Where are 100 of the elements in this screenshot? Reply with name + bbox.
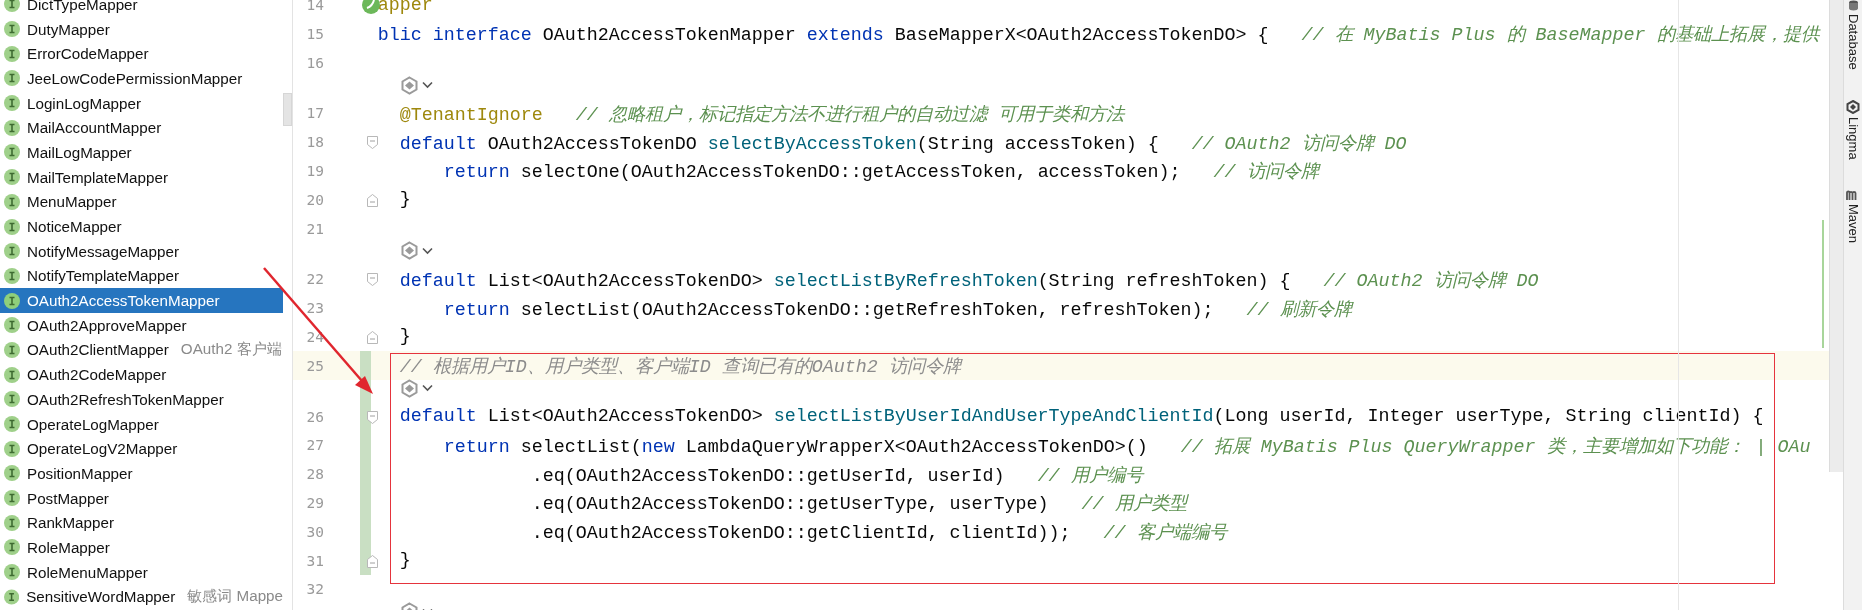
fold-icon[interactable] [366, 135, 379, 151]
fold-icon[interactable] [366, 192, 379, 208]
line-number: 18 [306, 134, 324, 151]
tree-item[interactable]: OAuth2RefreshTokenMapper [0, 387, 283, 412]
code-line: @TenantIgnore // 忽略租户，标记指定方法不进行租户的自动过滤 可用于类和方法 [399, 104, 1124, 126]
interface-icon [4, 514, 20, 531]
tool-window-button[interactable]: Maven [1845, 189, 1861, 244]
tree-item[interactable]: OAuth2ClientMapper OAuth2 客户端 [0, 337, 283, 363]
interface-icon [4, 144, 20, 161]
tree-item[interactable]: SensitiveWordMapper 敏感词 Mappe [0, 584, 283, 610]
tree-item[interactable]: OAuth2AccessTokenMapper [0, 288, 283, 313]
line-number: 30 [306, 523, 324, 540]
code-line: apper [377, 0, 433, 16]
code-line: return selectList(OAuth2AccessTokenDO::getRefreshToken, refreshToken); // 刷新令牌 [443, 299, 1352, 321]
line-number: 25 [306, 357, 324, 374]
tree-item[interactable]: PostMapper [0, 485, 283, 511]
tree-item[interactable]: MailTemplateMapper [0, 164, 283, 190]
code-line: .eq(OAuth2AccessTokenDO::getUserId, userId) // 用户编号 [531, 465, 1143, 487]
line-number: 27 [306, 437, 324, 454]
line-number: 19 [306, 163, 324, 179]
interface-icon [4, 539, 20, 556]
code-line: blic interface OAuth2AccessTokenMapper extends BaseMapperX<OAuth2AccessTokenDO> { // 在 MyBatis Plus 的 BaseMapper 的基础上拓展，提供 [377, 25, 1819, 47]
code-line: } [399, 550, 411, 572]
tree-item[interactable]: OAuth2CodeMapper [0, 362, 283, 387]
interface-icon [4, 193, 20, 210]
interface-icon [4, 391, 20, 408]
sparkle-icon[interactable] [399, 241, 419, 261]
code-line: .eq(OAuth2AccessTokenDO::getClientId, clientId)); // 客户端编号 [531, 523, 1227, 545]
line-number: 28 [306, 466, 324, 483]
tree-item[interactable]: RoleMapper [0, 535, 283, 560]
line-number: 26 [306, 408, 324, 425]
code-line: default List<OAuth2AccessTokenDO> selectListByRefreshToken(String refreshToken) { // OAuth2 访问令牌 DO [399, 270, 1539, 292]
code-line: // 根据用户ID、用户类型、客户端ID 查询已有的OAuth2 访问令牌 [399, 357, 961, 379]
database-icon [1847, 0, 1859, 11]
tree-item[interactable]: OperateLogMapper [0, 411, 283, 437]
code-line: default OAuth2AccessTokenDO selectByAccessToken(String accessToken) { // OAuth2 访问令牌 DO [399, 133, 1407, 155]
tree-item[interactable]: RankMapper [0, 510, 283, 536]
tree-item[interactable]: RoleMenuMapper [0, 559, 283, 585]
tool-window-button[interactable]: Database [1845, 0, 1861, 70]
tree-item[interactable]: ErrorCodeMapper [0, 41, 283, 67]
interface-icon [4, 440, 20, 457]
tree-item[interactable]: MenuMapper [0, 189, 283, 215]
scrollbar-thumb[interactable] [283, 93, 292, 126]
scrollbar-thumb[interactable] [1829, 0, 1843, 472]
interface-icon [4, 465, 20, 482]
interface-icon [4, 341, 20, 358]
line-number: 31 [306, 552, 324, 569]
tree-item[interactable]: OperateLogV2Mapper [0, 436, 283, 462]
fold-icon[interactable] [366, 553, 379, 569]
interface-icon [4, 218, 20, 235]
interface-icon [4, 21, 20, 38]
tree-item[interactable]: LoginLogMapper [0, 90, 283, 116]
sparkle-icon[interactable] [399, 378, 419, 398]
line-number: 21 [306, 220, 324, 237]
line-number: 20 [306, 191, 324, 208]
interface-icon [4, 588, 20, 605]
tree-item[interactable]: MailAccountMapper [0, 115, 283, 141]
line-number: 14 [306, 0, 324, 13]
interface-icon [4, 119, 20, 136]
interface-icon [4, 70, 20, 87]
interface-icon [4, 267, 20, 284]
interface-icon [4, 292, 20, 309]
bean-icon[interactable] [361, 0, 381, 15]
code-line: default List<OAuth2AccessTokenDO> selectListByUserIdAndUserTypeAndClientId(Long userId, Integer userType, String clientId) { [399, 406, 1764, 428]
tree-item[interactable]: PositionMapper [0, 461, 283, 486]
tree-item[interactable]: OAuth2ApproveMapper [0, 312, 283, 338]
hexagon-icon [1846, 99, 1860, 114]
fold-icon[interactable] [366, 272, 379, 288]
tree-item[interactable]: NoticeMapper [0, 214, 283, 239]
code-line: } [399, 326, 411, 348]
interface-icon [4, 243, 20, 260]
tool-window-button[interactable]: Lingma [1845, 99, 1861, 160]
fold-icon[interactable] [366, 329, 379, 345]
line-number: 17 [306, 105, 324, 122]
tree-item[interactable]: JeeLowCodePermissionMapper [0, 66, 283, 91]
tree-item[interactable]: NotifyMessageMapper [0, 238, 283, 264]
code-line: .eq(OAuth2AccessTokenDO::getUserType, userType) // 用户类型 [531, 494, 1187, 516]
tree-item[interactable]: NotifyTemplateMapper [0, 263, 283, 289]
interface-icon [4, 0, 20, 13]
interface-icon [4, 45, 20, 62]
code-line: } [399, 189, 411, 211]
fold-icon[interactable] [366, 409, 379, 425]
interface-icon [4, 564, 20, 581]
code-line: return selectOne(OAuth2AccessTokenDO::getAccessToken, accessToken); // 访问令牌 [443, 162, 1319, 184]
line-number: 32 [306, 581, 324, 598]
line-number: 16 [306, 54, 324, 71]
tree-item[interactable]: MailLogMapper [0, 140, 283, 165]
interface-icon [4, 95, 20, 112]
tree-item[interactable]: DutyMapper [0, 16, 283, 42]
line-number: 15 [306, 25, 324, 42]
interface-icon [4, 169, 20, 186]
code-line: return selectList(new LambdaQueryWrapperX<OAuth2AccessTokenDO>() // 拓展 MyBatis Plus QueryWrapper 类，主要增加如下功能： | OAu [443, 436, 1811, 458]
line-number: 29 [306, 494, 324, 511]
interface-icon [4, 317, 20, 334]
interface-icon [4, 366, 20, 383]
interface-icon [4, 416, 20, 433]
line-number: 23 [306, 300, 324, 317]
interface-icon [4, 490, 20, 507]
sparkle-icon[interactable] [399, 75, 419, 95]
line-number: 22 [306, 271, 324, 288]
